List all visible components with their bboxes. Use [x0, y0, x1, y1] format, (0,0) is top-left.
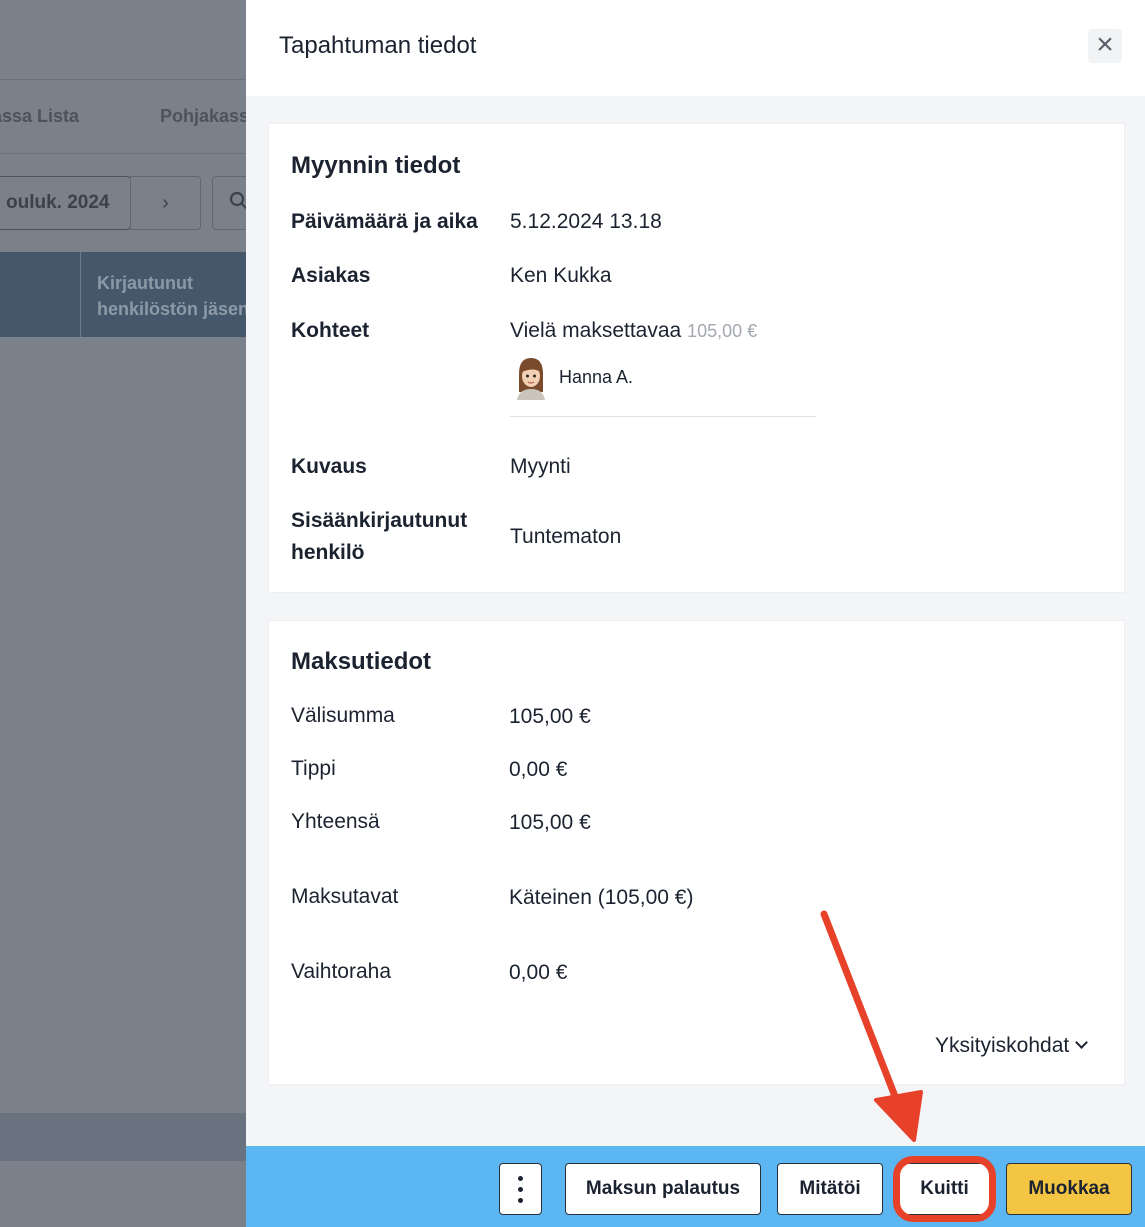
background-next-button: ›	[130, 176, 201, 230]
details-toggle-label: Yksityiskohdat	[935, 1034, 1070, 1057]
payment-details-title: Maksutiedot	[291, 648, 432, 675]
background-tabs: assa Lista Pohjakass	[0, 80, 246, 154]
date-label: Päivämäärä ja aika	[291, 210, 478, 233]
item-name: Vielä maksettavaa	[510, 319, 682, 342]
change-label: Vaihtoraha	[291, 960, 392, 983]
tip-label: Tippi	[291, 757, 336, 780]
logged-in-value: Tuntematon	[510, 525, 622, 548]
item-price: 105,00 €	[687, 321, 758, 341]
staff-avatar	[517, 358, 545, 400]
edit-button[interactable]: Muokkaa	[1006, 1163, 1132, 1215]
item-row: Vielä maksettavaa 105,00 €	[510, 319, 757, 343]
tip-value: 0,00 €	[509, 758, 568, 781]
customer-value[interactable]: Ken Kukka	[510, 264, 612, 288]
total-label: Yhteensä	[291, 810, 380, 833]
refund-button[interactable]: Maksun palautus	[565, 1163, 761, 1215]
payment-details-card: Maksutiedot Välisumma 105,00 € Tippi 0,0…	[268, 620, 1125, 1085]
background-search-icon	[212, 176, 246, 230]
chevron-down-icon	[1075, 1036, 1089, 1049]
description-value: Myynti	[510, 455, 571, 478]
sale-details-title: Myynnin tiedot	[291, 152, 461, 179]
sale-details-card: Myynnin tiedot Päivämäärä ja aika 5.12.2…	[268, 123, 1125, 593]
background-app: assa Lista Pohjakass ouluk. 2024 › Kirja…	[0, 0, 246, 1227]
change-value: 0,00 €	[509, 961, 568, 984]
date-value: 5.12.2024 13.18	[510, 210, 662, 233]
action-bar: Maksun palautus Mitätöi Kuitti Muokkaa	[246, 1146, 1145, 1227]
receipt-highlight-annotation	[893, 1156, 996, 1222]
customer-label: Asiakas	[291, 264, 371, 287]
more-options-button[interactable]	[499, 1163, 542, 1215]
subtotal-label: Välisumma	[291, 704, 395, 727]
background-date-picker: ouluk. 2024	[0, 176, 131, 230]
kebab-menu-icon	[518, 1176, 524, 1204]
void-button[interactable]: Mitätöi	[777, 1163, 883, 1215]
item-staff: Hanna A.	[510, 354, 816, 417]
background-footer	[0, 1113, 246, 1161]
payment-methods-value: Käteinen (105,00 €)	[509, 886, 694, 909]
transaction-details-drawer: Tapahtuman tiedot × Myynnin tiedot Päivä…	[246, 0, 1145, 1227]
details-toggle[interactable]: Yksityiskohdat	[935, 1034, 1089, 1058]
background-column-staff: Kirjautunut henkilöstön jäsen	[97, 273, 246, 319]
close-icon[interactable]: ×	[1088, 29, 1122, 63]
staff-name: Hanna A.	[559, 367, 634, 387]
background-tab-list: assa Lista	[0, 106, 80, 126]
total-value: 105,00 €	[509, 811, 591, 834]
payment-methods-label: Maksutavat	[291, 885, 399, 908]
drawer-header: Tapahtuman tiedot ×	[246, 0, 1145, 96]
background-topbar	[0, 0, 246, 80]
background-tab-base: Pohjakass	[160, 106, 246, 126]
background-table-header: Kirjautunut henkilöstön jäsen	[0, 252, 246, 337]
drawer-title: Tapahtuman tiedot	[279, 32, 477, 59]
description-label: Kuvaus	[291, 455, 367, 478]
logged-in-label: Sisäänkirjautunut henkilö	[291, 509, 468, 564]
items-label: Kohteet	[291, 319, 370, 342]
subtotal-value: 105,00 €	[509, 705, 591, 728]
